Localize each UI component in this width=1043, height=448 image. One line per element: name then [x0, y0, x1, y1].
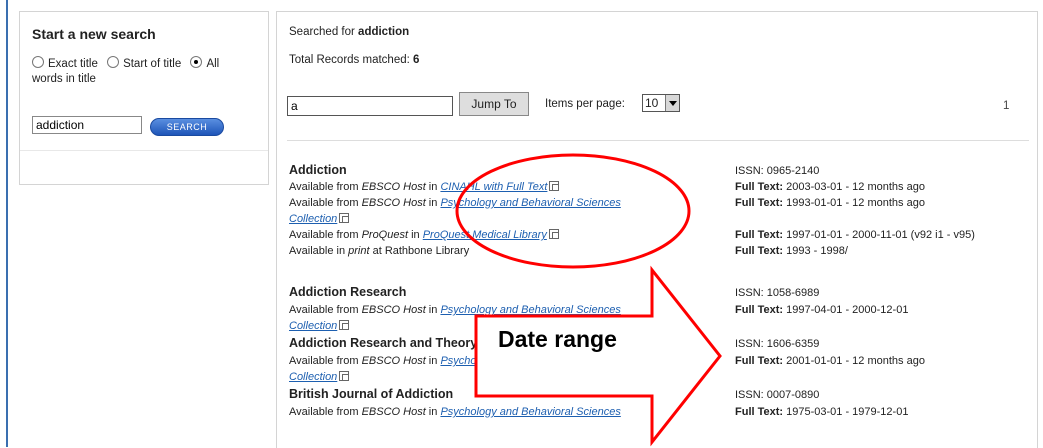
jump-to-button[interactable]: Jump To [459, 92, 529, 116]
search-input[interactable] [32, 116, 142, 134]
radio-all-label-cont: words in title [32, 73, 96, 85]
search-panel: Start a new search Exact title Start of … [19, 11, 269, 185]
external-link-icon[interactable] [548, 229, 559, 239]
fulltext-range: Full Text: 1997-04-01 - 2000-12-01 [735, 304, 909, 316]
availability-line-cont: Collection [289, 371, 350, 383]
radio-start-of-title[interactable] [107, 56, 120, 68]
fulltext-range: Full Text: 1997-01-01 - 2000-11-01 (v92 … [735, 229, 975, 241]
availability-line: Available from EBSCO Host in CINAHL with… [289, 181, 560, 193]
items-per-page-select[interactable]: 10 [642, 94, 680, 112]
availability-line: Available from EBSCO Host in Psychology … [289, 355, 621, 367]
search-button[interactable]: SEARCH [150, 118, 224, 136]
database-link[interactable]: Collection [289, 320, 337, 332]
availability-line: Available in print at Rathbone Library [289, 245, 470, 257]
panel-divider [20, 150, 268, 151]
result-title[interactable]: Addiction Research and Theory [289, 336, 477, 350]
database-link[interactable]: Psychology and Behavioral Sciences [440, 355, 620, 367]
result-title[interactable]: Addiction [289, 163, 347, 177]
issn: ISSN: 0965-2140 [735, 165, 820, 177]
database-link[interactable]: Psychology and Behavioral Sciences [440, 197, 620, 209]
external-link-icon[interactable] [339, 371, 350, 381]
issn: ISSN: 1058-6989 [735, 287, 820, 299]
availability-line-cont: Collection [289, 213, 350, 225]
fulltext-range: Full Text: 1993 - 1998/ [735, 245, 848, 257]
result-title[interactable]: Addiction Research [289, 285, 406, 299]
database-link[interactable]: Psychology and Behavioral Sciences [440, 406, 620, 418]
fulltext-range: Full Text: 1993-01-01 - 12 months ago [735, 197, 925, 209]
availability-line: Available from ProQuest in ProQuest Medi… [289, 229, 559, 241]
database-link[interactable]: Collection [289, 371, 337, 383]
database-link[interactable]: CINAHL with Full Text [440, 181, 547, 193]
database-link[interactable]: Psychology and Behavioral Sciences [440, 304, 620, 316]
external-link-icon[interactable] [339, 213, 350, 223]
searched-for-text: Searched for addiction [289, 26, 410, 38]
fulltext-range: Full Text: 2003-03-01 - 12 months ago [735, 181, 925, 193]
result-title[interactable]: British Journal of Addiction [289, 387, 453, 401]
availability-line: Available from EBSCO Host in Psychology … [289, 197, 621, 209]
fulltext-range: Full Text: 1975-03-01 - 1979-12-01 [735, 406, 909, 418]
availability-line: Available from EBSCO Host in Psychology … [289, 304, 621, 316]
page-number[interactable]: 1 [1003, 100, 1009, 112]
annotation-label: Date range [498, 326, 617, 352]
results-panel: Searched for addiction Total Records mat… [276, 11, 1038, 448]
search-mode-options: Exact title Start of title All words in … [32, 56, 262, 87]
radio-all-words[interactable] [190, 56, 203, 68]
database-link[interactable]: Collection [289, 213, 337, 225]
external-link-icon[interactable] [339, 320, 350, 330]
items-per-page-label: Items per page: [545, 98, 625, 110]
radio-all-label: All [206, 58, 220, 70]
total-records-text: Total Records matched: 6 [289, 54, 420, 66]
radio-exact-label: Exact title [48, 58, 98, 70]
chevron-down-icon[interactable] [665, 95, 679, 111]
database-link[interactable]: ProQuest Medical Library [423, 229, 547, 241]
radio-start-label: Start of title [123, 58, 182, 70]
total-count: 6 [413, 54, 420, 66]
radio-exact-title[interactable] [32, 56, 44, 68]
issn: ISSN: 0007-0890 [735, 389, 820, 401]
results-divider [287, 140, 1029, 141]
availability-line: Available from EBSCO Host in Psychology … [289, 406, 621, 418]
searched-term: addiction [358, 26, 410, 38]
jump-input[interactable] [287, 96, 453, 116]
fulltext-range: Full Text: 2001-01-01 - 12 months ago [735, 355, 925, 367]
availability-line-cont: Collection [289, 320, 350, 332]
issn: ISSN: 1606-6359 [735, 338, 820, 350]
page-left-border [6, 0, 8, 447]
search-panel-title: Start a new search [32, 26, 156, 42]
external-link-icon[interactable] [549, 181, 560, 191]
